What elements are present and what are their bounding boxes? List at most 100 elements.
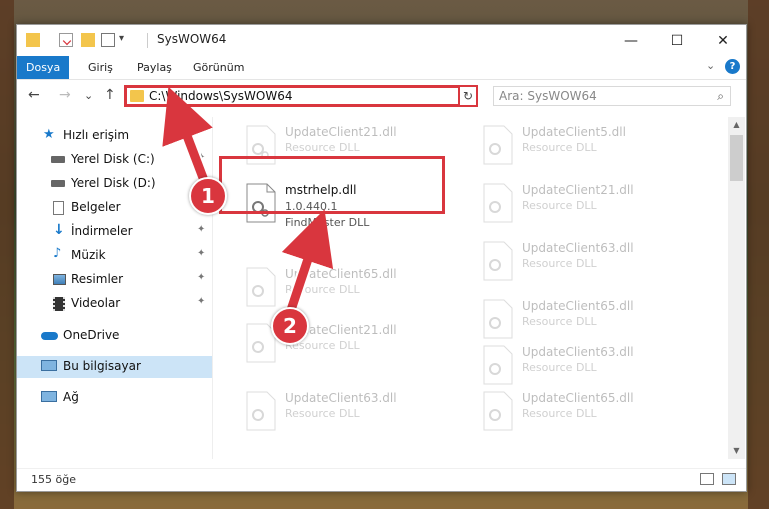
pin-icon[interactable]: ✦ — [197, 296, 205, 307]
title-bar: ▾ SysWOW64 — ☐ ✕ — [17, 25, 746, 56]
sidebar-item-disk-c[interactable]: Yerel Disk (C:) ✦ — [17, 149, 212, 171]
dll-file-icon — [483, 183, 513, 223]
address-path: C:\Windows\SysWOW64 — [149, 89, 293, 103]
sidebar-item-music[interactable]: ♪ Müzik ✦ — [17, 245, 212, 267]
file-description: Resource DLL — [522, 361, 597, 374]
file-name: UpdateClient65.dll — [522, 299, 634, 313]
sidebar-item-disk-d[interactable]: Yerel Disk (D:) ✦ — [17, 173, 212, 195]
window-title: SysWOW64 — [157, 32, 227, 46]
file-description: Resource DLL — [522, 407, 597, 420]
tab-giris[interactable]: Giriş — [79, 56, 122, 79]
sidebar-item-label: Resimler — [71, 272, 124, 286]
video-icon — [53, 297, 65, 311]
chevron-down-icon[interactable]: ▾ — [119, 33, 124, 44]
file-item[interactable]: UpdateClient63.dll Resource DLL — [478, 341, 688, 393]
dll-file-icon — [483, 241, 513, 281]
document-icon — [53, 201, 64, 215]
item-count: 155 öğe — [31, 473, 76, 486]
dll-file-icon — [483, 391, 513, 431]
sidebar-item-label: Videolar — [71, 296, 121, 310]
sidebar-item-pictures[interactable]: Resimler ✦ — [17, 269, 212, 291]
file-name: UpdateClient63.dll — [285, 391, 397, 405]
tab-dosya[interactable]: Dosya — [17, 56, 70, 79]
file-description: Resource DLL — [285, 141, 360, 154]
details-view-icon[interactable] — [700, 473, 714, 485]
recent-locations-icon[interactable]: ⌄ — [84, 89, 93, 102]
maximize-button[interactable]: ☐ — [654, 25, 700, 56]
music-icon: ♪ — [53, 246, 62, 261]
dll-file-icon — [246, 267, 276, 307]
file-highlight-box — [219, 156, 445, 214]
address-bar[interactable]: C:\Windows\SysWOW64 ⌄ — [124, 85, 478, 107]
search-icon: ⌕ — [717, 89, 724, 103]
cloud-icon — [41, 332, 58, 340]
properties-icon[interactable] — [59, 33, 73, 47]
sidebar-item-documents[interactable]: Belgeler ✦ — [17, 197, 212, 219]
background-tree — [0, 0, 14, 509]
pin-icon[interactable]: ✦ — [197, 248, 205, 259]
file-description: Resource DLL — [285, 407, 360, 420]
scroll-down-icon[interactable]: ▼ — [728, 443, 745, 459]
dll-file-icon — [483, 345, 513, 385]
customize-toolbar-icon[interactable] — [101, 33, 115, 47]
computer-icon — [41, 360, 57, 371]
file-description: FindMaster DLL — [285, 216, 370, 229]
tab-gorunum[interactable]: Görünüm — [184, 56, 253, 79]
network-icon — [41, 391, 57, 402]
search-placeholder: Ara: SysWOW64 — [499, 89, 597, 103]
file-name: UpdateClient63.dll — [522, 241, 634, 255]
file-item[interactable]: UpdateClient5.dll Resource DLL — [478, 121, 688, 173]
sidebar-item-videos[interactable]: Videolar ✦ — [17, 293, 212, 315]
sidebar-item-label: OneDrive — [63, 328, 120, 342]
callout-badge-1: 1 — [189, 177, 227, 215]
tab-paylas[interactable]: Paylaş — [128, 56, 181, 79]
ribbon-tabs: Dosya Giriş Paylaş Görünüm ⌄ ? — [17, 56, 746, 80]
help-icon[interactable]: ? — [725, 59, 740, 74]
file-name: UpdateClient5.dll — [522, 125, 626, 139]
sidebar-item-label: İndirmeler — [71, 224, 133, 238]
star-icon: ★ — [43, 127, 55, 142]
pin-icon[interactable]: ✦ — [197, 152, 205, 163]
sidebar-item-label: Hızlı erişim — [63, 128, 130, 142]
scroll-up-icon[interactable]: ▲ — [728, 117, 745, 133]
sidebar-item-downloads[interactable]: ↓ İndirmeler ✦ — [17, 221, 212, 243]
file-item[interactable]: UpdateClient21.dll Resource DLL — [478, 179, 688, 231]
scroll-thumb[interactable] — [730, 135, 743, 181]
file-item[interactable]: UpdateClient63.dll Resource DLL — [478, 237, 688, 289]
ribbon-collapse-icon[interactable]: ⌄ — [706, 59, 715, 72]
file-description: Resource DLL — [285, 283, 360, 296]
back-icon[interactable]: ← — [28, 87, 40, 103]
sidebar-item-this-pc[interactable]: Bu bilgisayar — [17, 356, 212, 378]
folder-icon — [26, 33, 40, 47]
search-input[interactable]: Ara: SysWOW64 ⌕ — [493, 86, 731, 106]
sidebar-item-label: Belgeler — [71, 200, 121, 214]
sidebar-item-onedrive[interactable]: OneDrive — [17, 325, 212, 347]
close-button[interactable]: ✕ — [700, 25, 746, 56]
sidebar-item-label: Yerel Disk (D:) — [71, 176, 156, 190]
new-folder-icon[interactable] — [81, 33, 95, 47]
file-item[interactable]: UpdateClient65.dll Resource DLL — [241, 263, 451, 315]
file-description: Resource DLL — [522, 315, 597, 328]
file-item[interactable]: UpdateClient65.dll Resource DLL — [478, 387, 688, 439]
sidebar-item-label: Bu bilgisayar — [63, 359, 141, 373]
file-name: UpdateClient65.dll — [285, 267, 397, 281]
vertical-scrollbar[interactable]: ▲ ▼ — [728, 117, 745, 459]
file-item[interactable]: UpdateClient65.dll Resource DLL — [478, 295, 688, 347]
up-icon[interactable]: ↑ — [104, 87, 116, 103]
pin-icon[interactable]: ✦ — [197, 224, 205, 235]
file-name: UpdateClient65.dll — [522, 391, 634, 405]
refresh-button[interactable]: ↻ — [458, 85, 478, 107]
file-item[interactable]: UpdateClient63.dll Resource DLL — [241, 387, 451, 439]
sidebar-item-label: Müzik — [71, 248, 106, 262]
minimize-button[interactable]: — — [608, 25, 654, 56]
large-icons-view-icon[interactable] — [722, 473, 736, 485]
dll-file-icon — [483, 125, 513, 165]
pin-icon[interactable]: ✦ — [197, 272, 205, 283]
download-icon: ↓ — [53, 222, 65, 238]
folder-icon — [130, 90, 144, 102]
sidebar-item-network[interactable]: Ağ — [17, 387, 212, 409]
forward-icon[interactable]: → — [59, 87, 71, 103]
sidebar-item-quick-access[interactable]: ★ Hızlı erişim — [17, 125, 212, 147]
status-bar: 155 öğe — [17, 468, 746, 491]
explorer-window: ▾ SysWOW64 — ☐ ✕ Dosya Giriş Paylaş Görü… — [16, 24, 747, 492]
